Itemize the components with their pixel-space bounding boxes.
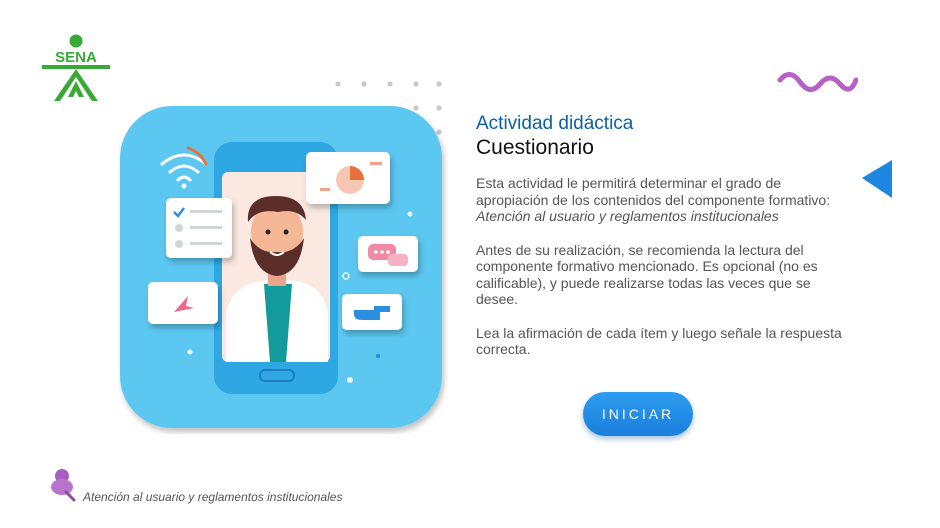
start-button[interactable]: INICIAR <box>583 392 693 436</box>
activity-content: Actividad didáctica Cuestionario Esta ac… <box>476 113 846 375</box>
activity-intro: Esta actividad le permitirá determinar e… <box>476 175 846 225</box>
back-arrow-icon[interactable] <box>860 158 894 200</box>
sena-logo: SENA <box>42 34 110 101</box>
activity-instructions: Lea la afirmación de cada ítem y luego s… <box>476 324 842 358</box>
activity-kicker: Actividad didáctica <box>476 113 634 134</box>
intro-topic: Atención al usuario y reglamentos instit… <box>476 208 779 224</box>
logo-text: SENA <box>55 49 97 66</box>
footer-course-name: Atención al usuario y reglamentos instit… <box>83 490 343 504</box>
footer: Atención al usuario y reglamentos instit… <box>48 468 448 508</box>
intro-text: Esta actividad le permitirá determinar e… <box>476 175 831 208</box>
pushpin-icon <box>51 469 76 502</box>
phone-doctor-illustration <box>120 106 442 428</box>
activity-title: Cuestionario <box>476 136 594 159</box>
wave-decoration <box>777 72 858 92</box>
activity-recommendation: Antes de su realización, se recomienda l… <box>476 241 818 308</box>
